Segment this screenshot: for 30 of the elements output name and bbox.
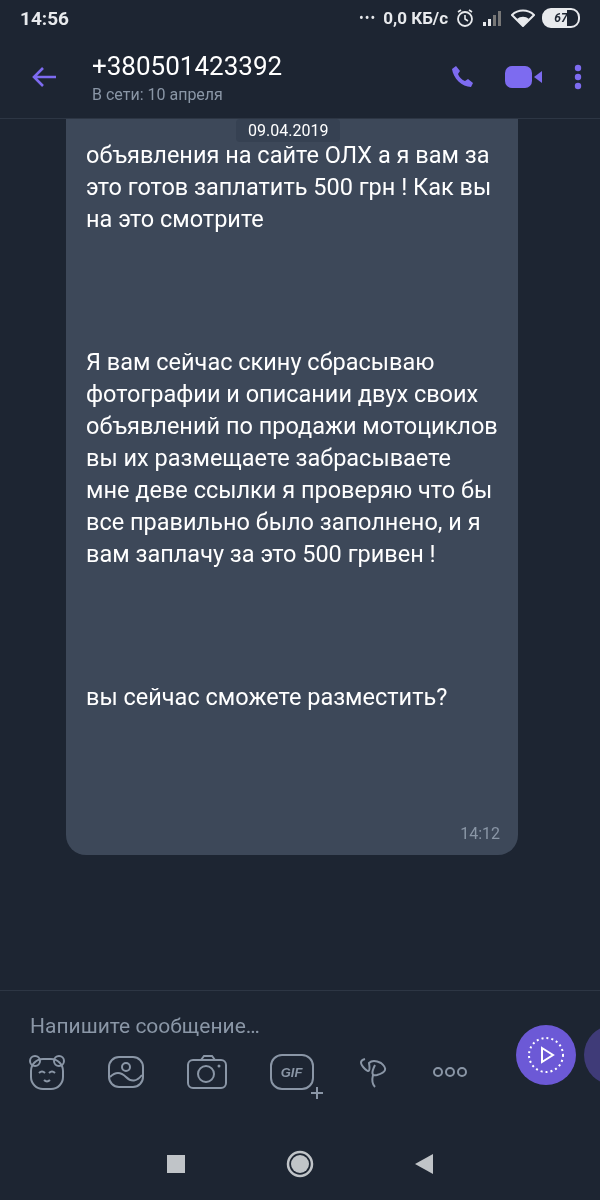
recent-apps-icon[interactable]	[166, 1154, 186, 1174]
message-text: объявления на сайте ОЛХ а я вам за это готов заплатить 500 грн ! Как вы на это смотрите	[86, 140, 493, 235]
back-arrow-icon[interactable]	[30, 65, 58, 89]
home-icon[interactable]	[286, 1150, 314, 1178]
alarm-icon	[455, 8, 475, 28]
gif-button[interactable]: GIF	[269, 1054, 314, 1090]
clock-time: 14:56	[20, 6, 69, 30]
more-options-icon[interactable]	[574, 64, 582, 90]
last-seen-status: В сети: 10 апреля	[92, 84, 224, 104]
record-video-button[interactable]	[516, 1025, 576, 1085]
gallery-icon[interactable]	[107, 1055, 146, 1089]
back-icon[interactable]	[414, 1153, 434, 1175]
more-icon[interactable]	[431, 1066, 468, 1078]
plus-icon	[309, 1086, 324, 1100]
camera-icon[interactable]	[186, 1054, 229, 1090]
phone-icon[interactable]	[450, 64, 476, 90]
video-camera-icon[interactable]	[504, 64, 544, 90]
notification-dots: •••	[359, 10, 377, 26]
contact-name: +380501423392	[92, 50, 284, 81]
message-text: Я вам сейчас скину сбрасываю фотографии и описании двух своих объявлений по продажи мотоциклов вы их размещаете забрасываете мне деве ссылки я проверяю что бы все правильно было заполнено, и я вам заплачу за это 500 гривен !	[86, 347, 499, 570]
wifi-icon	[511, 9, 535, 27]
sticker-bear-icon[interactable]	[28, 1053, 66, 1091]
message-time: 14:12	[459, 824, 500, 843]
message-text: вы сейчас сможете разместить?	[86, 682, 449, 713]
play-icon	[527, 1036, 565, 1074]
battery-indicator: 67	[542, 8, 580, 28]
message-input[interactable]: Напишите сообщение…	[28, 1013, 452, 1039]
signal-icon	[482, 9, 504, 27]
date-label: 09.04.2019	[236, 119, 341, 142]
network-speed: 0,0 КБ/с	[383, 8, 448, 28]
